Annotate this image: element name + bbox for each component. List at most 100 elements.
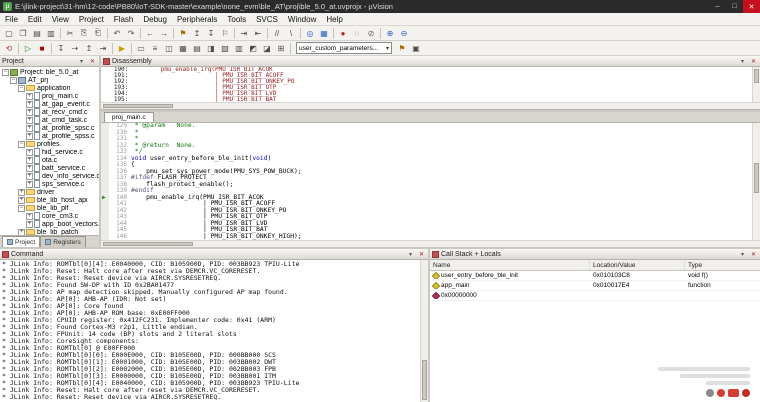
tree-item[interactable]: −ble_lib_plf [0,204,99,212]
nav-back-icon[interactable]: ← [143,27,157,40]
watch-window-icon[interactable]: ◨ [204,42,218,55]
run-to-cursor-icon[interactable]: ⇥ [96,42,110,55]
run-icon[interactable]: ▷ [21,42,35,55]
disassembly-content[interactable]: 190: pmu_enable_irq(PMU_ISR_BIT_ACOK 191… [101,67,760,102]
options-icon[interactable]: ▣ [409,42,423,55]
nav-forward-icon[interactable]: → [157,27,171,40]
disable-breakpoint-icon[interactable]: ◌ [350,27,364,40]
tree-item[interactable]: −Project: ble_5.0_at [0,68,99,76]
system-viewer-icon[interactable]: ◪ [260,42,274,55]
outdent-icon[interactable]: ⇤ [251,27,265,40]
tree-item[interactable]: +sps_service.c [0,180,99,188]
flag-icon[interactable]: ⚑ [395,42,409,55]
analyzer-window-icon[interactable]: ◩ [246,42,260,55]
expand-icon[interactable]: + [26,149,33,156]
tree-item[interactable]: +proj_main.c [0,92,99,100]
tree-item[interactable]: +hid_service.c [0,148,99,156]
tree-item[interactable]: +at_gap_event.c [0,100,99,108]
expand-icon[interactable]: + [26,125,33,132]
tree-item[interactable]: +core_cm3.c [0,212,99,220]
menu-project[interactable]: Project [74,13,109,25]
callstack-row[interactable]: app_main0x010017E4function [430,281,760,291]
expand-icon[interactable]: + [26,181,33,188]
menu-flash[interactable]: Flash [109,13,139,25]
expand-icon[interactable]: + [26,93,33,100]
disassembly-vscrollbar[interactable] [752,67,760,102]
stop-icon[interactable]: ■ [35,42,49,55]
find-icon[interactable]: ◎ [303,27,317,40]
close-icon[interactable]: ✕ [88,58,97,65]
menu-help[interactable]: Help [321,13,347,25]
save-icon[interactable]: ▤ [30,27,44,40]
bookmark-icon[interactable]: ⚑ [176,27,190,40]
expand-icon[interactable]: + [26,165,33,172]
expand-icon[interactable]: + [26,109,33,116]
open-file-icon[interactable]: ❐ [16,27,30,40]
expand-icon[interactable]: + [26,157,33,164]
tree-item[interactable]: +ble_lib_patch [0,228,99,235]
chevron-down-icon[interactable]: ▾ [386,45,389,52]
expand-icon[interactable]: + [18,197,25,204]
menu-peripherals[interactable]: Peripherals [172,13,222,25]
debug-target-combo[interactable]: user_custom_parameters...▾ [296,42,392,54]
find-in-files-icon[interactable]: ▦ [317,27,331,40]
close-icon[interactable]: ✕ [417,251,426,258]
save-all-icon[interactable]: ▥ [44,27,58,40]
command-window-icon[interactable]: ▭ [134,42,148,55]
tree-item[interactable]: −profiles [0,140,99,148]
toolbox-icon[interactable]: ⊞ [274,42,288,55]
tree-item[interactable]: +ota.c [0,156,99,164]
tree-item[interactable]: +at_recv_cmd.c [0,108,99,116]
expand-icon[interactable]: + [26,173,33,180]
indent-icon[interactable]: ⇥ [237,27,251,40]
menu-file[interactable]: File [0,13,23,25]
close-icon[interactable]: ✕ [749,58,758,65]
pin-icon[interactable]: ▾ [738,58,747,65]
project-tree[interactable]: −Project: ble_5.0_at−AT_prj−application+… [0,67,99,235]
zoom-in-icon[interactable]: ⊕ [383,27,397,40]
column-header-type[interactable]: Type [685,260,760,270]
expand-icon[interactable]: + [26,101,33,108]
expand-icon[interactable]: + [18,189,25,196]
symbol-window-icon[interactable]: ◫ [162,42,176,55]
menu-view[interactable]: View [47,13,74,25]
zoom-out-icon[interactable]: ⊖ [397,27,411,40]
prev-bookmark-icon[interactable]: ↥ [190,27,204,40]
close-icon[interactable]: ✕ [749,251,758,258]
tree-item[interactable]: +ble_lib_host_api [0,196,99,204]
step-out-icon[interactable]: ↥ [82,42,96,55]
tree-item[interactable]: +app_boot_vectors.s [0,220,99,228]
expand-icon[interactable]: + [26,133,33,140]
pin-icon[interactable]: ▾ [77,58,86,65]
tree-item[interactable]: +at_profile_spsc.c [0,124,99,132]
tree-item[interactable]: +batt_service.c [0,164,99,172]
tree-item[interactable]: +dev_info_service.c [0,172,99,180]
minimize-button[interactable]: – [709,0,726,13]
menu-tools[interactable]: Tools [222,13,251,25]
kill-breakpoints-icon[interactable]: ⊘ [364,27,378,40]
editor-hscrollbar[interactable] [101,240,760,247]
command-vscrollbar[interactable] [420,260,428,402]
tree-item[interactable]: −application [0,84,99,92]
collapse-icon[interactable]: − [18,141,25,148]
collapse-icon[interactable]: − [18,85,25,92]
reset-icon[interactable]: ⟲ [2,42,16,55]
column-header-loc[interactable]: Location/Value [590,260,685,270]
callstack-row[interactable]: user_entry_before_ble_init0x010103C8void… [430,271,760,281]
tree-item[interactable]: −AT_prj [0,76,99,84]
redo-icon[interactable]: ↷ [124,27,138,40]
pin-icon[interactable]: ▾ [406,251,415,258]
editor-content[interactable]: 129 * @param None.130 *131 *132 * @retur… [101,123,760,240]
step-over-icon[interactable]: ⇢ [68,42,82,55]
expand-icon[interactable]: + [26,221,33,228]
tab-proj-main-c[interactable]: proj_main.c [104,112,154,122]
copy-icon[interactable]: ⎘ [77,27,91,40]
callstack-window-icon[interactable]: ▤ [190,42,204,55]
command-log[interactable]: * JLink Info: ROMTbl[0][4]: E0040000, CI… [0,260,428,402]
paste-icon[interactable]: ⎗ [91,27,105,40]
menu-svcs[interactable]: SVCS [251,13,283,25]
disassembly-hscrollbar[interactable] [101,102,760,109]
menu-edit[interactable]: Edit [23,13,47,25]
panel-tab-registers[interactable]: Registers [40,236,85,247]
new-file-icon[interactable]: ▢ [2,27,16,40]
